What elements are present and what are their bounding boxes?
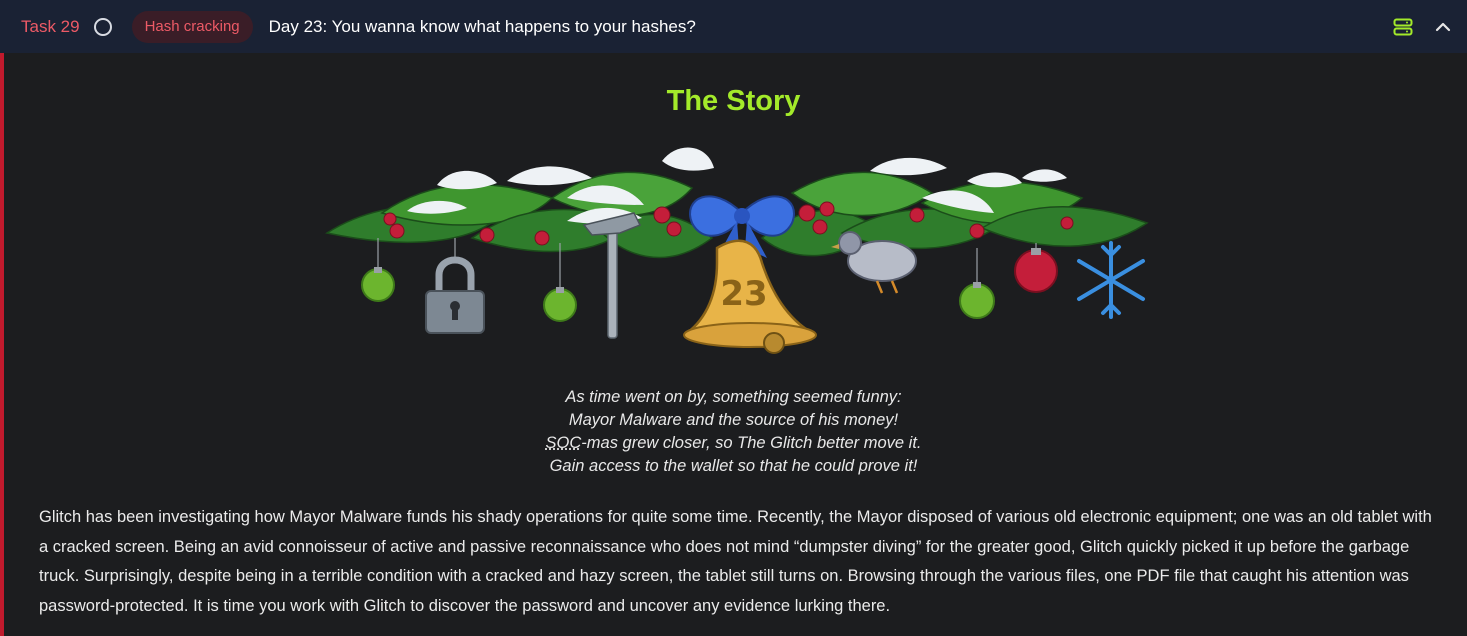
- snowflake-icon: [1077, 241, 1145, 319]
- story-heading: The Story: [666, 85, 801, 117]
- task-header[interactable]: Task 29 Hash cracking Day 23: You wanna …: [0, 0, 1467, 53]
- story-poem: As time went on by, something seemed fun…: [0, 386, 1467, 478]
- poem-line-text: -mas grew closer, so The Glitch better m…: [581, 434, 922, 452]
- christmas-bell-banner-image: 23: [325, 147, 1149, 354]
- chevron-up-icon[interactable]: [1435, 22, 1451, 32]
- split-view-icon[interactable]: [1393, 18, 1413, 36]
- poem-line: Gain access to the wallet so that he cou…: [549, 457, 918, 475]
- padlock-icon: [425, 256, 485, 334]
- poem-line: SOC-mas grew closer, so The Glitch bette…: [0, 432, 1467, 455]
- story-paragraph: Glitch has been investigating how Mayor …: [39, 508, 1432, 615]
- poem-line: As time went on by, something seemed fun…: [565, 388, 902, 406]
- task-number: Task 29: [21, 16, 80, 36]
- golden-bell-icon: 23: [683, 239, 817, 354]
- task-content: The Story 23 As time went on by, somethi…: [0, 53, 1467, 636]
- topic-tag: Hash cracking: [131, 10, 253, 43]
- task-accent-bar: [0, 53, 4, 636]
- red-ornament: [1014, 248, 1058, 293]
- soc-abbreviation: SOC: [545, 434, 582, 452]
- poem-line: Mayor Malware and the source of his mone…: [568, 411, 899, 429]
- bell-number: 23: [720, 274, 767, 314]
- circle-outline-icon: [93, 17, 112, 36]
- task-title: Day 23: You wanna know what happens to y…: [268, 16, 696, 36]
